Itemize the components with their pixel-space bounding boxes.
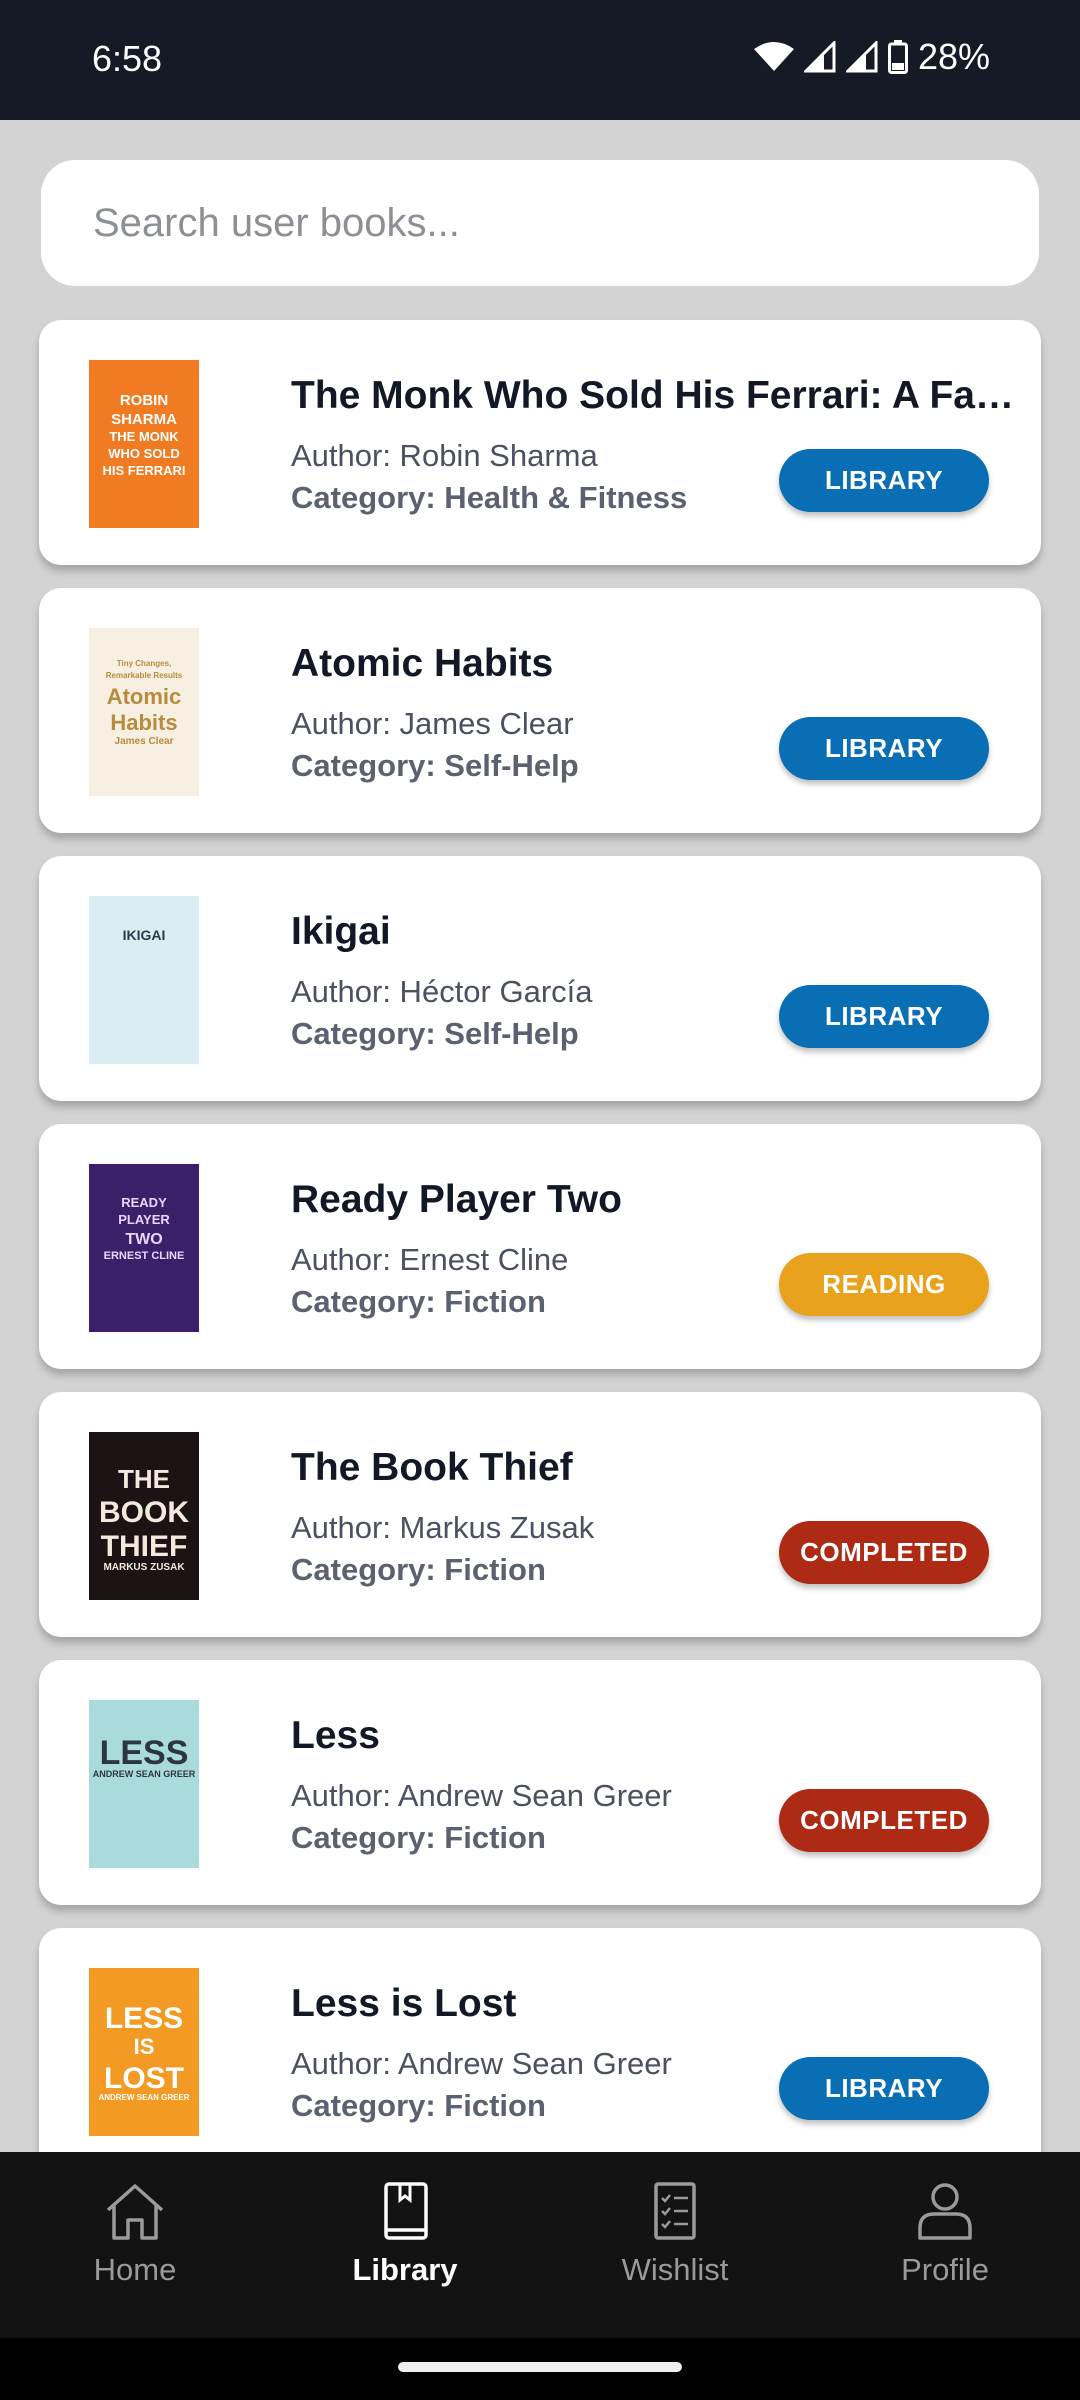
- book-author: Author: Héctor García: [291, 974, 593, 1009]
- book-icon: [372, 2180, 438, 2252]
- book-title: Ikigai: [291, 910, 391, 953]
- nav-library[interactable]: Library: [270, 2152, 540, 2338]
- book-card[interactable]: READY PLAYER TWO ERNEST CLINE Ready Player T…: [39, 1124, 1041, 1369]
- checklist-icon: [642, 2180, 708, 2252]
- nav-wishlist-label: Wishlist: [621, 2252, 729, 2287]
- status-badge[interactable]: READING: [779, 1253, 989, 1316]
- nav-home-label: Home: [93, 2252, 177, 2287]
- book-category: Category: Health & Fitness: [291, 480, 688, 515]
- cover-text: LESS: [105, 2002, 183, 2035]
- search-input[interactable]: [91, 199, 1039, 247]
- cover-text: BOOK: [99, 1496, 189, 1529]
- book-title: The Book Thief: [291, 1446, 573, 1489]
- book-card[interactable]: LESS IS LOST ANDREW SEAN GREER Less is Lost A…: [39, 1928, 1041, 2152]
- book-author: Author: Andrew Sean Greer: [291, 1778, 672, 1813]
- book-card[interactable]: ROBIN SHARMA THE MONK WHO SOLD HIS FERRARI Th…: [39, 320, 1041, 565]
- search-box[interactable]: [41, 160, 1039, 286]
- cover-text: James Clear: [115, 736, 174, 747]
- book-title: Atomic Habits: [291, 642, 554, 685]
- book-card[interactable]: LESS ANDREW SEAN GREER Less Author: Andrew …: [39, 1660, 1041, 1905]
- book-category: Category: Fiction: [291, 1820, 546, 1855]
- nav-home[interactable]: Home: [0, 2152, 270, 2338]
- home-icon: [102, 2180, 168, 2252]
- cover-text: HIS FERRARI: [102, 463, 185, 478]
- book-card[interactable]: Tiny Changes, Remarkable Results Atomic Hab…: [39, 588, 1041, 833]
- book-title: The Monk Who Sold His Ferrari: A Fable A…: [291, 374, 1021, 417]
- gesture-bar: [0, 2338, 1080, 2400]
- book-cover: LESS ANDREW SEAN GREER: [89, 1700, 199, 1868]
- book-cover: IKIGAI: [89, 896, 199, 1064]
- cover-text: THE: [118, 1464, 170, 1494]
- cover-text: Habits: [110, 710, 177, 735]
- cover-text: LOST: [104, 2062, 184, 2095]
- cover-text: ROBIN: [120, 392, 168, 409]
- book-author: Author: Andrew Sean Greer: [291, 2046, 672, 2081]
- home-indicator[interactable]: [398, 2362, 682, 2372]
- status-badge[interactable]: LIBRARY: [779, 717, 989, 780]
- cover-text: ERNEST CLINE: [104, 1250, 185, 1262]
- book-author: Author: Robin Sharma: [291, 438, 598, 473]
- book-cover: LESS IS LOST ANDREW SEAN GREER: [89, 1968, 199, 2136]
- bottom-navigation: Home Library Wishlist Profile: [0, 2152, 1080, 2338]
- status-badge[interactable]: LIBRARY: [779, 2057, 989, 2120]
- status-badge[interactable]: COMPLETED: [779, 1789, 989, 1852]
- cover-text: SHARMA: [111, 411, 177, 428]
- status-badge[interactable]: LIBRARY: [779, 449, 989, 512]
- book-list[interactable]: ROBIN SHARMA THE MONK WHO SOLD HIS FERRARI Th…: [0, 0, 1080, 2152]
- book-category: Category: Self-Help: [291, 1016, 579, 1051]
- book-title: Less: [291, 1714, 380, 1757]
- book-card[interactable]: THE BOOK THIEF MARKUS ZUSAK The Book Thief Au…: [39, 1392, 1041, 1637]
- cover-text: LESS: [100, 1734, 189, 1772]
- cover-text: IKIGAI: [123, 927, 166, 943]
- cover-text: Tiny Changes,: [117, 659, 172, 668]
- cover-text: IS: [134, 2034, 155, 2059]
- nav-library-label: Library: [352, 2252, 458, 2287]
- cover-text: Remarkable Results: [106, 671, 183, 680]
- book-category: Category: Self-Help: [291, 748, 579, 783]
- nav-profile-label: Profile: [901, 2252, 989, 2287]
- book-cover: ROBIN SHARMA THE MONK WHO SOLD HIS FERRARI: [89, 360, 199, 528]
- book-title: Less is Lost: [291, 1982, 517, 2025]
- book-card[interactable]: IKIGAI Ikigai Author: Héctor García Categor…: [39, 856, 1041, 1101]
- nav-profile[interactable]: Profile: [810, 2152, 1080, 2338]
- cover-text: MARKUS ZUSAK: [103, 1562, 185, 1573]
- book-author: Author: Markus Zusak: [291, 1510, 595, 1545]
- cover-text: PLAYER: [118, 1212, 170, 1227]
- cover-text: ANDREW SEAN GREER: [98, 2093, 189, 2102]
- book-cover: Tiny Changes, Remarkable Results Atomic Hab…: [89, 628, 199, 796]
- book-cover: THE BOOK THIEF MARKUS ZUSAK: [89, 1432, 199, 1600]
- cover-text: Atomic: [107, 684, 182, 709]
- cover-text: THE MONK: [109, 429, 179, 444]
- book-category: Category: Fiction: [291, 2088, 546, 2123]
- book-author: Author: James Clear: [291, 706, 574, 741]
- cover-text: ANDREW SEAN GREER: [93, 1769, 196, 1779]
- book-title: Ready Player Two: [291, 1178, 622, 1221]
- nav-wishlist[interactable]: Wishlist: [540, 2152, 810, 2338]
- status-badge[interactable]: LIBRARY: [779, 985, 989, 1048]
- book-category: Category: Fiction: [291, 1284, 546, 1319]
- person-icon: [912, 2180, 978, 2252]
- status-badge[interactable]: COMPLETED: [779, 1521, 989, 1584]
- book-category: Category: Fiction: [291, 1552, 546, 1587]
- cover-text: READY: [121, 1195, 167, 1210]
- cover-text: TWO: [125, 1231, 162, 1248]
- cover-text: WHO SOLD: [108, 446, 180, 461]
- book-cover: READY PLAYER TWO ERNEST CLINE: [89, 1164, 199, 1332]
- cover-text: THIEF: [101, 1530, 188, 1563]
- book-author: Author: Ernest Cline: [291, 1242, 569, 1277]
